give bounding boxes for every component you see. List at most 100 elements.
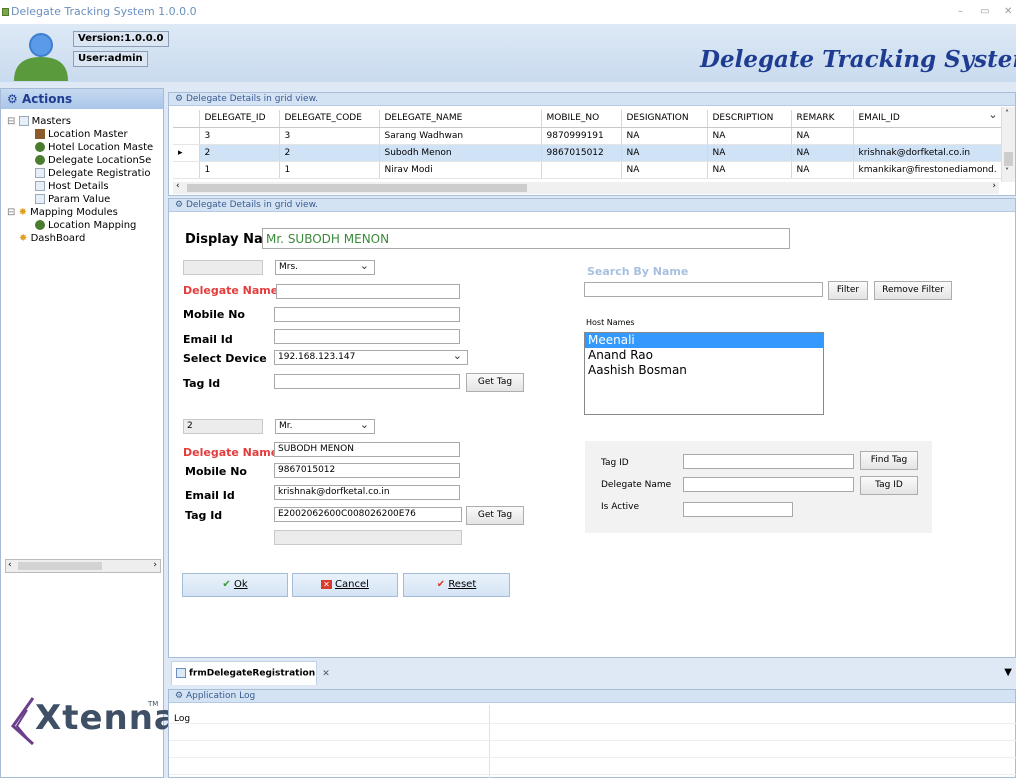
table-cell[interactable]: NA	[621, 144, 708, 162]
table-cell[interactable]: kmankikar@firestonediamond.	[853, 161, 1003, 179]
find-tag-button[interactable]: Find Tag	[860, 451, 918, 470]
collapse-icon[interactable]: ⊟	[7, 116, 15, 127]
delegate1-title-select[interactable]: Mrs.	[275, 260, 375, 275]
delegate1-email-field[interactable]	[274, 329, 460, 344]
scroll-left-icon[interactable]: ‹	[176, 181, 180, 191]
row-header[interactable]	[173, 161, 200, 179]
table-cell[interactable]	[541, 161, 622, 179]
close-tab-icon[interactable]: ✕	[322, 669, 330, 679]
col-header[interactable]: REMARK	[791, 110, 854, 128]
table-cell[interactable]: NA	[791, 161, 854, 179]
grid-hscrollbar[interactable]: ‹ ›	[173, 181, 999, 194]
display-name-field[interactable]: Mr. SUBODH MENON	[262, 228, 790, 249]
col-header[interactable]: DELEGATE_ID	[199, 110, 280, 128]
host-names-list[interactable]: Meenali Anand Rao Aashish Bosman	[584, 332, 824, 415]
tree-item-dashboard[interactable]: ✸ DashBoard	[19, 233, 85, 244]
list-item[interactable]: Meenali	[585, 333, 823, 348]
col-header[interactable]: DESIGNATION	[621, 110, 708, 128]
table-row[interactable]: 3 3 Sarang Wadhwan 9870999191 NA NA NA	[173, 127, 1003, 145]
filter-button[interactable]: Filter	[828, 281, 868, 300]
tree-item-location-master[interactable]: Location Master	[35, 129, 128, 140]
table-cell[interactable]: 9867015012	[541, 144, 622, 162]
remove-filter-button[interactable]: Remove Filter	[874, 281, 952, 300]
delegate2-email-field[interactable]: krishnak@dorfketal.co.in	[274, 485, 460, 500]
close-button[interactable]: ✕	[1004, 6, 1012, 17]
col-header[interactable]: EMAIL_ID	[853, 110, 1003, 128]
scroll-thumb[interactable]	[187, 184, 527, 192]
tag-id-input[interactable]	[683, 454, 854, 469]
table-cell[interactable]: NA	[707, 127, 792, 145]
scroll-up-icon[interactable]: ˄	[1005, 109, 1009, 118]
device-select[interactable]: 192.168.123.147	[274, 350, 468, 365]
grid-vscrollbar[interactable]: ˄ ˅	[1001, 107, 1015, 182]
table-row[interactable]: ▸ 2 2 Subodh Menon 9867015012 NA NA NA krishnak@…	[173, 144, 1003, 162]
col-header[interactable]: DESCRIPTION	[707, 110, 792, 128]
get-tag-button-2[interactable]: Get Tag	[466, 506, 524, 525]
delegate1-tag-field[interactable]	[274, 374, 460, 389]
table-cell[interactable]: 2	[279, 144, 380, 162]
maximize-button[interactable]: ▭	[980, 6, 989, 17]
sidebar-hscrollbar[interactable]: ‹ ›	[5, 559, 161, 573]
scroll-right-icon[interactable]: ›	[153, 560, 157, 570]
tree-item-hotel-location-master[interactable]: Hotel Location Maste	[35, 142, 153, 153]
delegate-name-input[interactable]	[683, 477, 854, 492]
tag-id-button[interactable]: Tag ID	[860, 476, 918, 495]
cancel-button[interactable]: ✕ Cancel	[292, 573, 398, 597]
tree-item-masters[interactable]: ⊟ Masters	[7, 116, 71, 127]
table-cell[interactable]: NA	[707, 144, 792, 162]
delegate2-id-field[interactable]: 2	[183, 419, 263, 434]
get-tag-button-1[interactable]: Get Tag	[466, 373, 524, 392]
tab-frm-delegate-registration[interactable]: frmDelegateRegistration ✕	[171, 661, 330, 685]
table-cell[interactable]: NA	[621, 127, 708, 145]
table-row[interactable]: 1 1 Nirav Modi NA NA NA kmankikar@firestonedia…	[173, 161, 1003, 179]
list-item[interactable]: Anand Rao	[585, 348, 823, 363]
search-name-input[interactable]	[584, 282, 823, 297]
tree-item-host-details[interactable]: Host Details	[35, 181, 109, 192]
table-cell[interactable]: 9870999191	[541, 127, 622, 145]
table-cell[interactable]: NA	[791, 127, 854, 145]
delegate2-name-field[interactable]: SUBODH MENON	[274, 442, 460, 457]
table-cell[interactable]: 1	[279, 161, 380, 179]
col-header[interactable]: DELEGATE_CODE	[279, 110, 380, 128]
table-cell[interactable]: NA	[707, 161, 792, 179]
table-cell[interactable]: Nirav Modi	[379, 161, 542, 179]
delegate1-id-field[interactable]	[183, 260, 263, 275]
list-item[interactable]: Aashish Bosman	[585, 363, 823, 378]
table-cell[interactable]	[853, 127, 1003, 145]
table-cell[interactable]: 3	[199, 127, 280, 145]
delegate2-title-select[interactable]: Mr.	[275, 419, 375, 434]
delegate2-mobile-field[interactable]: 9867015012	[274, 463, 460, 478]
is-active-input[interactable]	[683, 502, 793, 517]
scroll-down-icon[interactable]: ˅	[1005, 167, 1009, 176]
tree-item-param-value[interactable]: Param Value	[35, 194, 110, 205]
tree-item-mapping-modules[interactable]: ⊟ ✸ Mapping Modules	[7, 207, 118, 218]
reset-button[interactable]: ✔ Reset	[403, 573, 510, 597]
table-cell[interactable]: Sarang Wadhwan	[379, 127, 542, 145]
scroll-thumb[interactable]	[1004, 152, 1013, 166]
table-cell[interactable]: 1	[199, 161, 280, 179]
table-cell[interactable]: NA	[791, 144, 854, 162]
collapse-icon[interactable]: ⊟	[7, 207, 15, 218]
table-cell[interactable]: 3	[279, 127, 380, 145]
tab-menu-icon[interactable]: ▼	[1004, 667, 1012, 678]
delegate2-tag-field[interactable]: E2002062600C008026200E76	[274, 507, 462, 522]
delegate1-name-field[interactable]	[276, 284, 460, 299]
col-header[interactable]: MOBILE_NO	[541, 110, 622, 128]
delegate2-extra-field[interactable]	[274, 530, 462, 545]
scroll-left-icon[interactable]: ‹	[8, 560, 12, 570]
table-cell[interactable]: NA	[621, 161, 708, 179]
table-cell[interactable]: krishnak@dorfketal.co.in	[853, 144, 1003, 162]
delegate1-mobile-field[interactable]	[274, 307, 460, 322]
table-cell[interactable]: 2	[199, 144, 280, 162]
tree-item-delegate-registration[interactable]: Delegate Registratio	[35, 168, 150, 179]
row-header[interactable]	[173, 127, 200, 145]
scroll-right-icon[interactable]: ›	[992, 181, 996, 191]
tree-item-location-mapping[interactable]: Location Mapping	[35, 220, 136, 231]
row-selector-icon[interactable]: ▸	[173, 144, 200, 162]
scroll-thumb[interactable]	[18, 562, 102, 570]
minimize-button[interactable]: –	[958, 6, 963, 17]
ok-button[interactable]: ✔ Ok	[182, 573, 288, 597]
tree-item-delegate-location[interactable]: Delegate LocationSe	[35, 155, 151, 166]
table-cell[interactable]: Subodh Menon	[379, 144, 542, 162]
col-header[interactable]: DELEGATE_NAME	[379, 110, 542, 128]
